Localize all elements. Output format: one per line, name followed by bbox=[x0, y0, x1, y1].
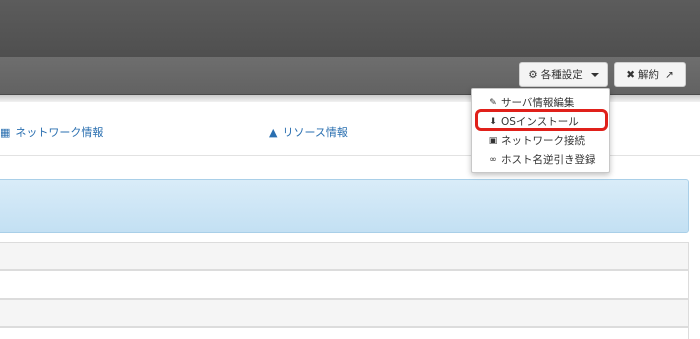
table-row bbox=[0, 327, 689, 339]
menu-item-edit-server[interactable]: ✎ サーバ情報編集 bbox=[472, 93, 609, 112]
gear-icon: ⚙ bbox=[528, 68, 538, 81]
info-panel bbox=[0, 179, 689, 233]
settings-button-label: 各種設定 bbox=[540, 69, 583, 81]
table-row bbox=[0, 270, 689, 299]
table-row bbox=[0, 242, 689, 270]
menu-item-label: OSインストール bbox=[501, 116, 579, 128]
external-link-icon: ↗ bbox=[665, 68, 674, 81]
link-icon: ∞ bbox=[489, 154, 497, 165]
cancel-contract-button[interactable]: ✖ 解約 ↗ bbox=[614, 62, 686, 87]
table-row bbox=[0, 299, 689, 327]
tab-resource-label: リソース情報 bbox=[282, 126, 348, 139]
tab-network-info[interactable]: ▦ ネットワーク情報 bbox=[0, 124, 103, 140]
tab-network-label: ネットワーク情報 bbox=[15, 126, 104, 139]
network-connect-icon: ▣ bbox=[488, 135, 498, 146]
menu-item-network-connect[interactable]: ▣ ネットワーク接続 bbox=[472, 131, 609, 150]
install-icon: ⬇ bbox=[489, 116, 497, 127]
caret-down-icon bbox=[590, 72, 599, 77]
menu-item-reverse-dns[interactable]: ∞ ホスト名逆引き登録 bbox=[472, 150, 609, 169]
settings-dropdown-menu: ✎ サーバ情報編集 ⬇ OSインストール ▣ ネットワーク接続 ∞ ホスト名逆引… bbox=[471, 88, 610, 173]
area-chart-icon: ▲ bbox=[269, 125, 278, 139]
menu-item-label: サーバ情報編集 bbox=[501, 97, 575, 109]
pencil-icon: ✎ bbox=[489, 97, 497, 108]
tab-resource-info[interactable]: ▲ リソース情報 bbox=[269, 124, 348, 140]
cancel-button-label: 解約 bbox=[638, 69, 659, 81]
settings-button[interactable]: ⚙ 各種設定 bbox=[519, 62, 608, 87]
menu-item-os-install[interactable]: ⬇ OSインストール bbox=[472, 112, 609, 131]
menu-item-label: ネットワーク接続 bbox=[501, 135, 585, 147]
menu-item-label: ホスト名逆引き登録 bbox=[501, 154, 596, 166]
header-band bbox=[0, 0, 700, 57]
sitemap-icon: ▦ bbox=[0, 125, 11, 139]
close-icon: ✖ bbox=[626, 68, 635, 81]
